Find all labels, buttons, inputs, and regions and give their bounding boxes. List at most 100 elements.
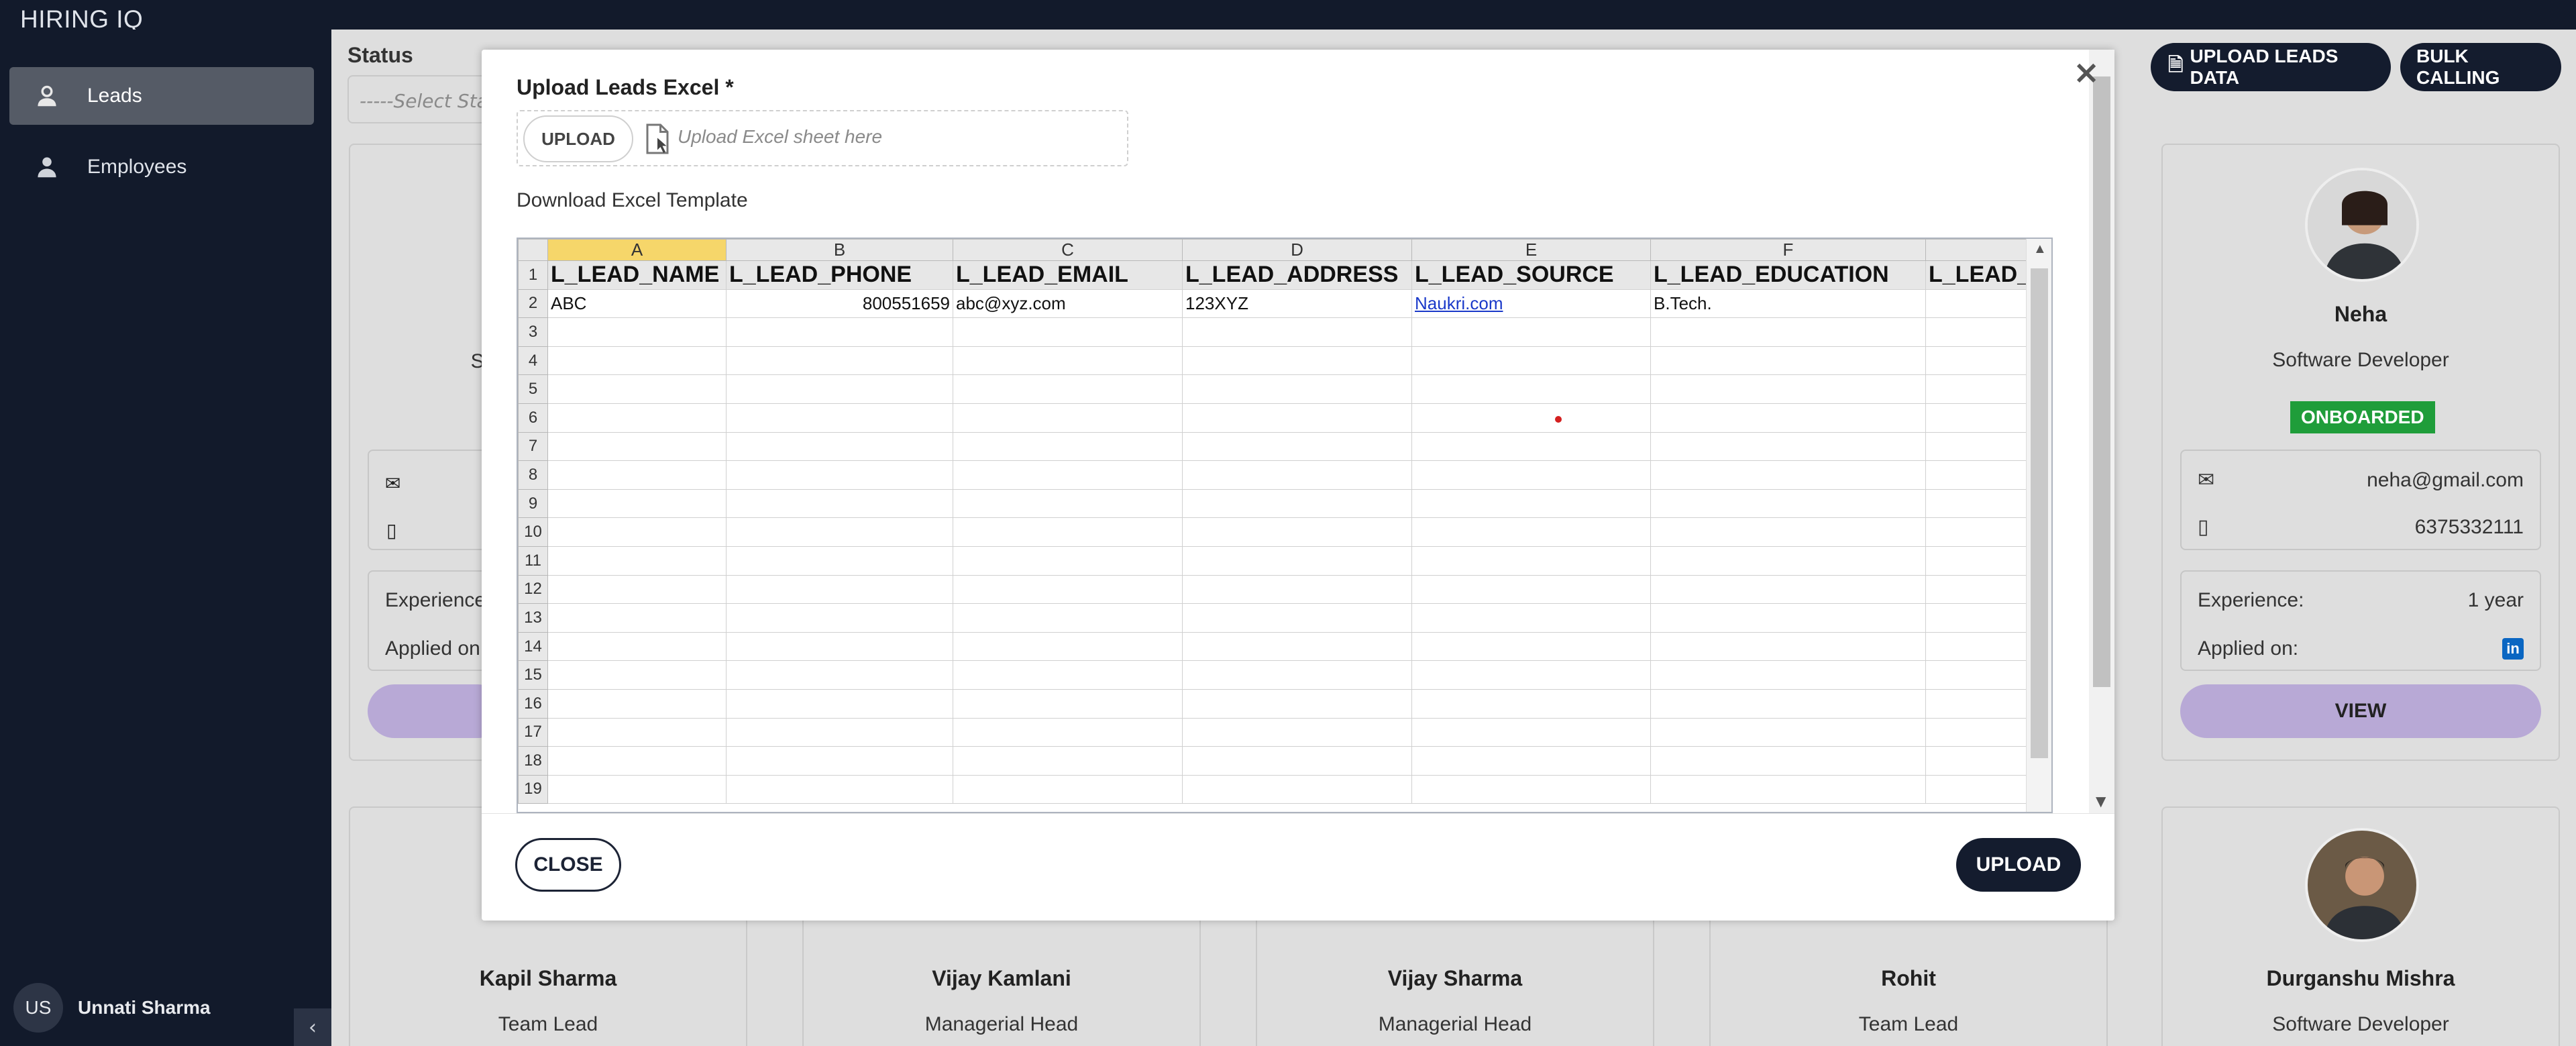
sheet-cell — [547, 317, 727, 347]
upload-button[interactable]: UPLOAD — [1956, 838, 2081, 892]
sheet-cell — [1182, 317, 1412, 347]
sheet-scrollbar[interactable]: ▲ — [2026, 239, 2051, 812]
details-box: Experience: 1 year Applied on: in — [2180, 570, 2541, 671]
sheet-cell — [1182, 374, 1412, 404]
sheet-cell — [1650, 631, 1926, 662]
lead-name: Durganshu Mishra — [2266, 966, 2455, 990]
sheet-cell — [547, 574, 727, 605]
lead-role: Managerial Head — [1378, 1013, 1532, 1035]
lead-card[interactable]: Durganshu Mishra Software Developer — [2161, 806, 2560, 1046]
sheet-cell — [953, 717, 1183, 747]
sheet-cell — [953, 774, 1183, 804]
upload-leads-modal: Upload Leads Excel * UPLOAD Upload Excel… — [482, 50, 2114, 921]
sheet-cell — [1650, 746, 1926, 776]
excel-template-preview: A B C D E F 1 L_LEAD_NAME L_LEAD_PHONE L… — [517, 238, 2053, 813]
bulk-calling-button[interactable]: BULK CALLING — [2400, 43, 2561, 91]
scroll-thumb[interactable] — [2031, 268, 2048, 758]
sheet-cell — [1650, 688, 1926, 719]
user-tie-icon — [34, 83, 60, 109]
upload-title: Upload Leads Excel * — [517, 75, 734, 99]
sheet-cell — [1182, 403, 1412, 433]
row-number: 17 — [518, 717, 548, 747]
column-header: E — [1411, 239, 1651, 261]
sidebar-item-leads[interactable]: Leads — [9, 67, 314, 125]
contact-box: ✉ neha@gmail.com ▯ 6375332111 — [2180, 450, 2541, 550]
row-number: 12 — [518, 574, 548, 605]
sheet-cell — [1411, 631, 1651, 662]
choose-file-button[interactable]: UPLOAD — [523, 115, 633, 162]
scroll-thumb[interactable] — [2093, 76, 2110, 687]
sidebar-item-label: Employees — [87, 156, 187, 178]
column-header: D — [1182, 239, 1412, 261]
sheet-cell: L_LEAD_ — [1925, 260, 2034, 290]
sheet-cell — [726, 374, 953, 404]
close-icon[interactable]: × — [2073, 56, 2100, 89]
sheet-cell — [1411, 431, 1651, 462]
scroll-up-icon: ▲ — [2033, 242, 2047, 256]
sheet-cell — [1182, 660, 1412, 690]
sheet-cell — [726, 460, 953, 490]
sheet-cell — [1925, 374, 2034, 404]
sheet-cell — [547, 346, 727, 376]
row-number: 1 — [518, 260, 548, 290]
sheet-cell — [1411, 403, 1651, 433]
experience-label: Experience — [385, 589, 486, 611]
sheet-cell — [1925, 403, 2034, 433]
sheet-cell — [953, 631, 1183, 662]
sheet-cell — [953, 660, 1183, 690]
sheet-cell — [726, 517, 953, 547]
sheet-cell — [1925, 688, 2034, 719]
sheet-cell: ABC — [547, 289, 727, 319]
sheet-cell — [953, 488, 1183, 519]
sheet-cell — [1650, 317, 1926, 347]
sheet-cell — [1411, 460, 1651, 490]
row-number: 13 — [518, 603, 548, 633]
sheet-cell — [547, 488, 727, 519]
sheet-cell — [1925, 460, 2034, 490]
sheet-cell — [953, 317, 1183, 347]
column-header: C — [953, 239, 1183, 261]
status-badge: ONBOARDED — [2290, 401, 2435, 433]
top-bar: HIRING IQ — [0, 0, 2576, 33]
sheet-cell — [1411, 346, 1651, 376]
sheet-cell — [1925, 289, 2034, 319]
row-number: 18 — [518, 746, 548, 776]
sidebar-item-label: Leads — [87, 85, 142, 107]
column-header — [1925, 239, 2034, 261]
user-profile[interactable]: US Unnati Sharma — [13, 983, 211, 1033]
sheet-cell — [1411, 774, 1651, 804]
close-button[interactable]: CLOSE — [515, 838, 621, 892]
sheet-cell — [1411, 317, 1651, 347]
upload-leads-data-button[interactable]: 🗎 UPLOAD LEADS DATA — [2152, 43, 2391, 91]
row-number: 6 — [518, 403, 548, 433]
sheet-cell — [726, 317, 953, 347]
sheet-cell — [953, 517, 1183, 547]
view-button[interactable]: VIEW — [2180, 684, 2541, 738]
file-icon — [646, 123, 669, 154]
row-number: 4 — [518, 346, 548, 376]
sidebar: Leads Employees US Unnati Sharma ‹ — [0, 30, 331, 1046]
sheet-cell — [1650, 660, 1926, 690]
sheet-cell — [1411, 688, 1651, 719]
sidebar-item-employees[interactable]: Employees — [9, 138, 314, 196]
download-template-link[interactable]: Download Excel Template — [517, 189, 748, 212]
file-upload-field[interactable]: UPLOAD Upload Excel sheet here — [517, 110, 1128, 166]
collapse-sidebar-button[interactable]: ‹ — [294, 1008, 331, 1046]
lead-card-neha[interactable]: Neha Software Developer ONBOARDED ✉ neha@… — [2161, 144, 2560, 761]
phone-icon: ▯ — [386, 519, 397, 541]
sheet-cell: L_LEAD_SOURCE — [1411, 260, 1651, 290]
sheet-cell: L_LEAD_PHONE — [726, 260, 953, 290]
linkedin-icon[interactable]: in — [2502, 638, 2524, 660]
sheet-cell — [1182, 431, 1412, 462]
modal-scrollbar[interactable]: ▼ — [2089, 50, 2114, 813]
sheet-cell — [1925, 517, 2034, 547]
sheet-cell — [726, 688, 953, 719]
sheet-cell — [547, 460, 727, 490]
applied-label: Applied on — [385, 637, 480, 660]
sheet-cell — [953, 574, 1183, 605]
mail-icon: ✉ — [2198, 469, 2215, 491]
sheet-cell — [1650, 374, 1926, 404]
sheet-cell — [1182, 603, 1412, 633]
sheet-cell — [1182, 688, 1412, 719]
row-number: 9 — [518, 488, 548, 519]
